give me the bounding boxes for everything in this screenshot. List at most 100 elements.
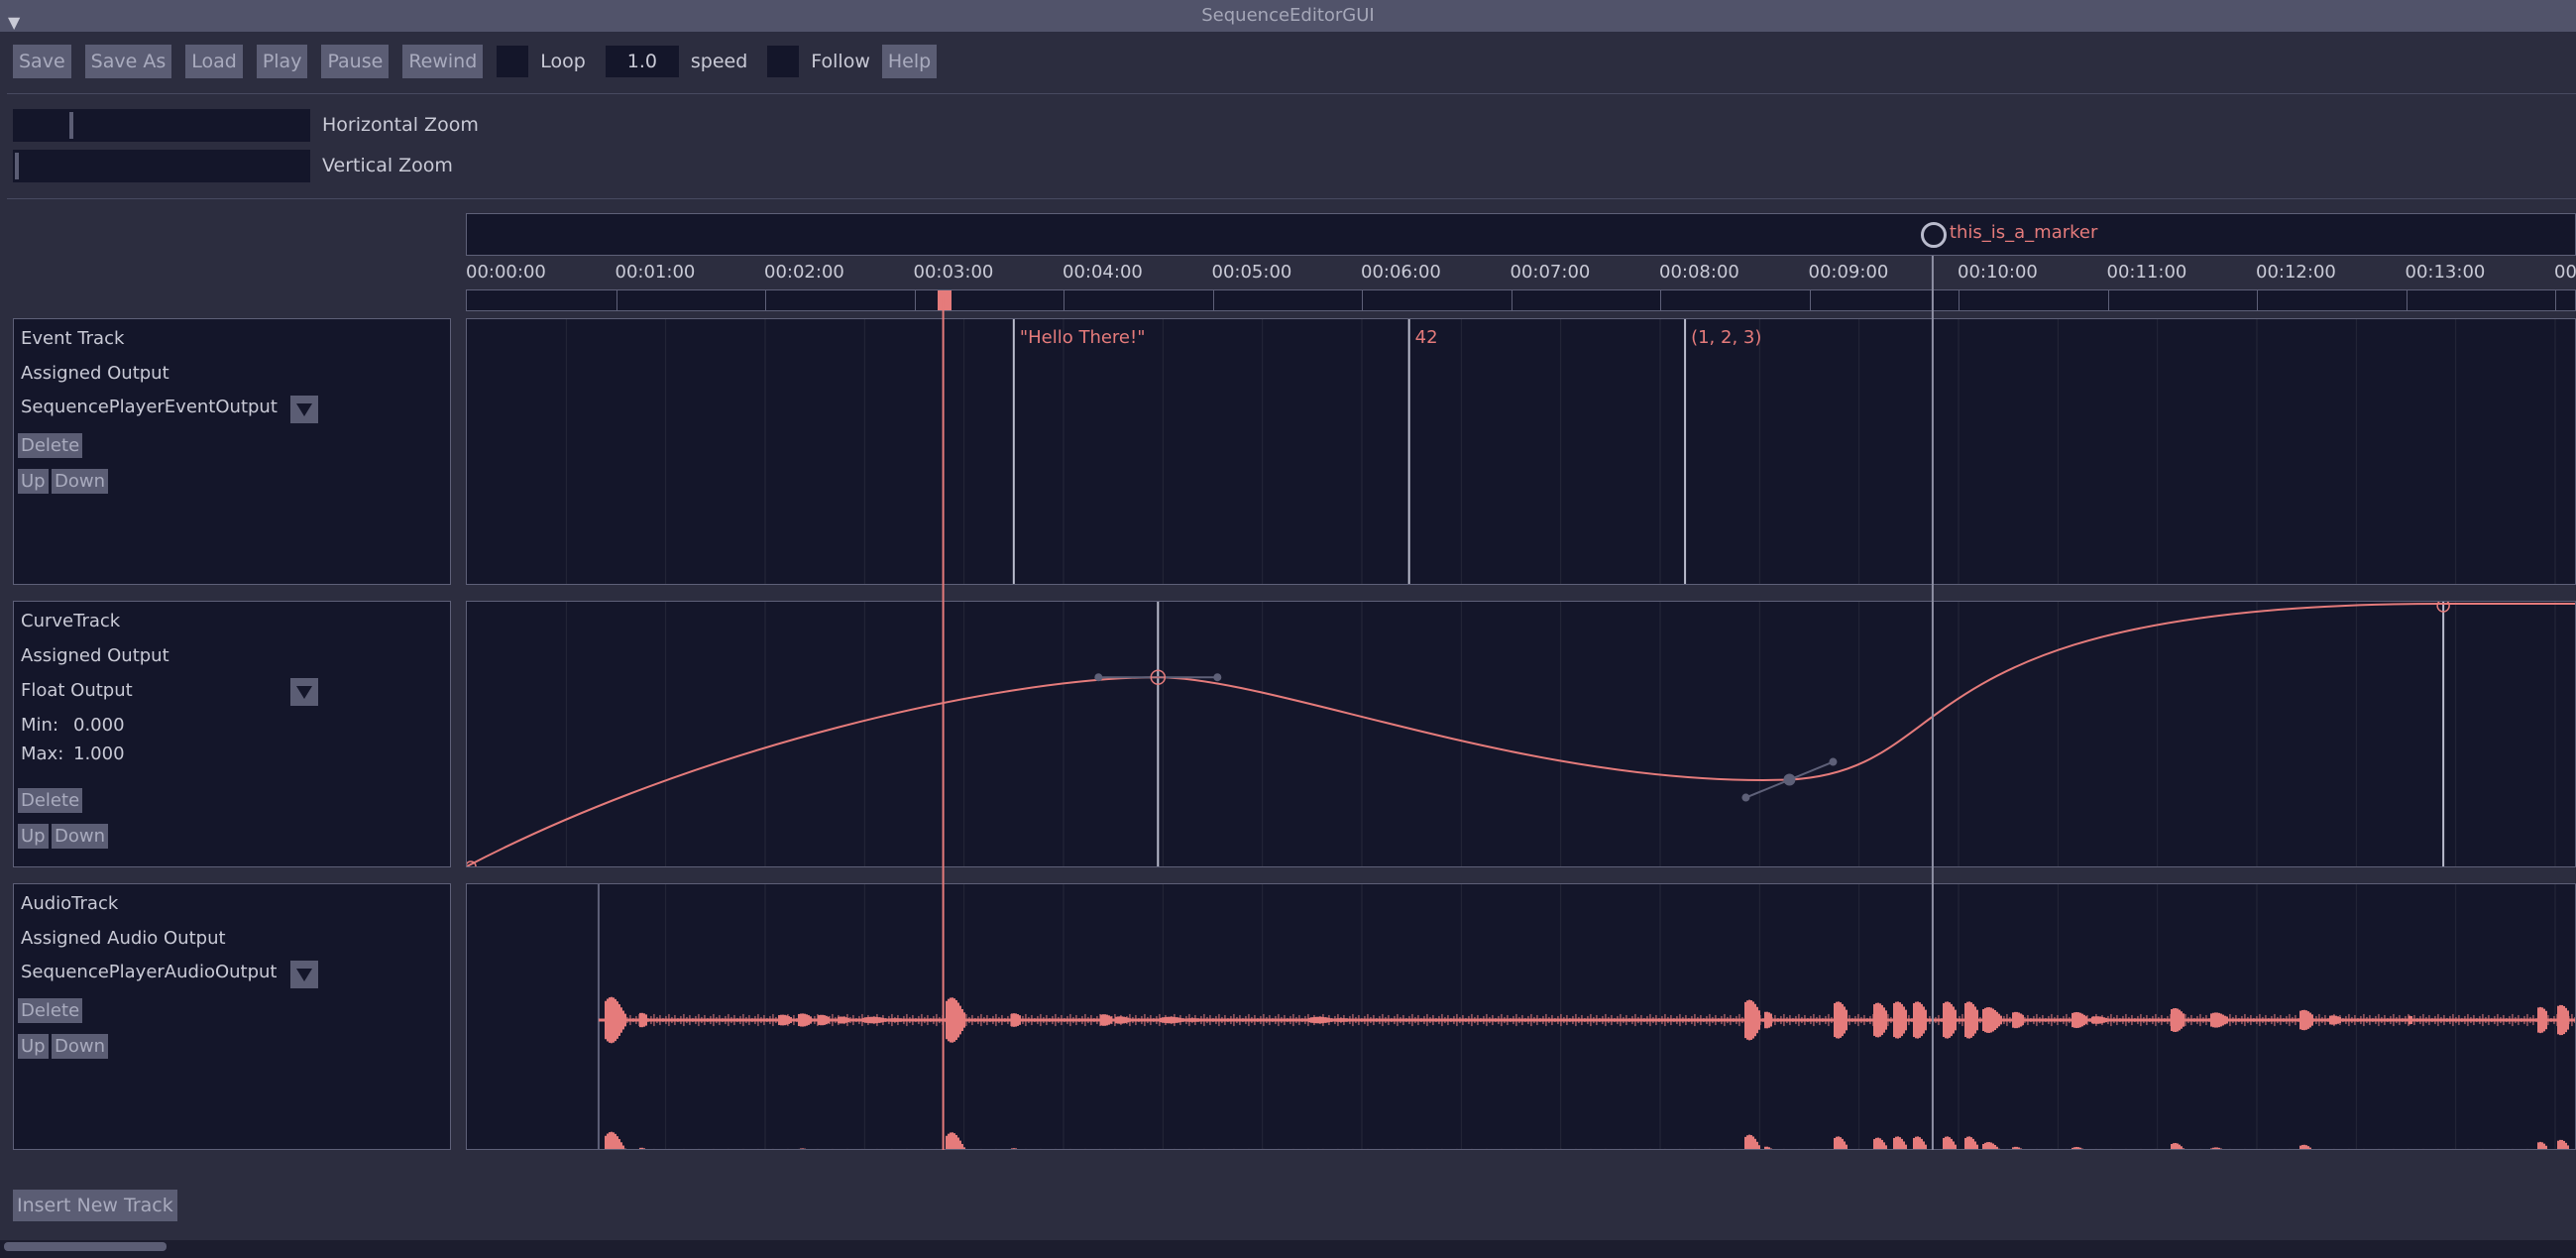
delete-track-button[interactable]: Delete [18, 998, 83, 1023]
delete-track-button[interactable]: Delete [18, 433, 83, 458]
horizontal-scrollbar-thumb[interactable] [4, 1242, 167, 1251]
assigned-output-label: Assigned Audio Output [21, 928, 226, 949]
vertical-zoom-grab[interactable] [15, 153, 19, 179]
output-select-value[interactable]: SequencePlayerEventOutput [21, 397, 278, 417]
marker-label[interactable]: this_is_a_marker [1950, 222, 2097, 243]
horizontal-zoom-slider[interactable] [13, 109, 310, 142]
max-value-input[interactable]: 1.000 [73, 743, 125, 764]
tangent-handle[interactable] [1829, 757, 1838, 766]
tangent-handle[interactable] [1741, 793, 1750, 802]
curve-track-view[interactable] [466, 601, 2576, 867]
tangent-handle[interactable] [1213, 673, 1222, 682]
audio-track-inspector: AudioTrack Assigned Audio Output Sequenc… [13, 883, 451, 1150]
loop-label: Loop [540, 51, 586, 72]
delete-track-button[interactable]: Delete [18, 788, 83, 813]
help-button[interactable]: Help [881, 45, 938, 78]
insert-new-track-button[interactable]: Insert New Track [13, 1190, 177, 1221]
timeline-label: 00:02:00 [764, 262, 844, 283]
timeline-label: 00:13:00 [2405, 262, 2486, 283]
collapse-arrow-icon[interactable]: ▼ [8, 7, 20, 39]
timeline-label: 00:06:00 [1361, 262, 1441, 283]
ruler-tick [1660, 290, 1661, 310]
follow-label: Follow [811, 51, 870, 72]
vertical-zoom-slider[interactable] [13, 150, 310, 182]
event-label[interactable]: 42 [1415, 327, 1438, 348]
divider [7, 198, 2576, 199]
follow-checkbox[interactable] [767, 46, 800, 77]
timeline-label: 00:00:00 [466, 262, 546, 283]
move-up-button[interactable]: Up [18, 469, 49, 494]
min-label: Min: [21, 715, 59, 736]
track-name: CurveTrack [21, 611, 121, 631]
ruler-tick [2107, 290, 2109, 310]
curve-track-canvas[interactable] [467, 602, 2576, 867]
timeline-labels: 00:00:00 00:01:00 00:02:00 00:03:00 00:04:00… [466, 262, 2576, 286]
max-label: Max: [21, 743, 64, 764]
output-dropdown-icon[interactable] [290, 961, 318, 988]
timeline-label: 00:01:00 [615, 262, 696, 283]
output-dropdown-icon[interactable] [290, 678, 318, 706]
timeline-label: 00:04:00 [1063, 262, 1143, 283]
divider [7, 93, 2576, 94]
output-dropdown-icon[interactable] [290, 396, 318, 423]
horizontal-zoom-label: Horizontal Zoom [322, 114, 479, 136]
event-track-canvas[interactable] [467, 319, 2576, 585]
audio-waveform-channel[interactable] [598, 996, 2576, 1044]
horizontal-zoom-grab[interactable] [69, 112, 74, 139]
output-select-value[interactable]: SequencePlayerAudioOutput [21, 962, 278, 982]
audio-waveform-channel[interactable] [599, 1131, 2576, 1150]
title-bar: ▼ SequenceEditorGUI [0, 0, 2576, 32]
move-down-button[interactable]: Down [52, 1034, 109, 1059]
playhead-handle[interactable] [937, 290, 952, 310]
ruler-tick [2555, 290, 2556, 310]
ruler-tick [1362, 290, 1363, 310]
play-button[interactable]: Play [256, 45, 308, 78]
ruler-tick [2406, 290, 2408, 310]
timeline-label: 00:07:00 [1510, 262, 1591, 283]
timeline-label: 00:09:00 [1808, 262, 1889, 283]
ruler-tick [1809, 290, 1811, 310]
timeline-label: 00:08:00 [1659, 262, 1739, 283]
timeline-ruler[interactable] [466, 289, 2576, 311]
timeline-label: 00:12:00 [2256, 262, 2336, 283]
move-down-button[interactable]: Down [52, 469, 109, 494]
toolbar: Save Save As Load Play Pause Rewind Loop… [13, 45, 951, 78]
curve-path[interactable] [467, 603, 2576, 866]
event-track-inspector: Event Track Assigned Output SequencePlay… [13, 318, 451, 585]
timeline-label: 00:11:00 [2106, 262, 2187, 283]
pause-button[interactable]: Pause [321, 45, 390, 78]
load-button[interactable]: Load [185, 45, 243, 78]
assigned-output-label: Assigned Output [21, 363, 169, 384]
event-label[interactable]: "Hello There!" [1020, 327, 1146, 348]
ruler-tick [765, 290, 766, 310]
event-track-view[interactable]: "Hello There!" 42 (1, 2, 3) [466, 318, 2576, 585]
speed-label: speed [690, 51, 748, 72]
curve-keyframe[interactable] [1783, 773, 1796, 786]
speed-input[interactable]: 1.0 [605, 46, 679, 77]
ruler-tick [914, 290, 916, 310]
audio-track-canvas[interactable] [467, 884, 2576, 1150]
rewind-button[interactable]: Rewind [402, 45, 484, 78]
track-name: AudioTrack [21, 893, 119, 914]
tangent-handle[interactable] [1094, 673, 1103, 682]
save-button[interactable]: Save [13, 45, 71, 78]
ruler-tick [1959, 290, 1960, 310]
output-select-value[interactable]: Float Output [21, 680, 133, 701]
move-down-button[interactable]: Down [52, 824, 109, 849]
audio-track-view[interactable] [466, 883, 2576, 1150]
ruler-tick [2257, 290, 2258, 310]
min-value-input[interactable]: 0.000 [73, 715, 125, 736]
move-up-button[interactable]: Up [18, 824, 49, 849]
loop-checkbox[interactable] [497, 46, 529, 77]
save-as-button[interactable]: Save As [84, 45, 172, 78]
curve-track-inspector: CurveTrack Assigned Output Float Output … [13, 601, 451, 867]
move-up-button[interactable]: Up [18, 1034, 49, 1059]
marker-handle-icon[interactable] [1920, 222, 1947, 248]
marker-strip[interactable]: this_is_a_marker [466, 213, 2576, 256]
horizontal-scrollbar[interactable] [0, 1240, 2576, 1258]
vertical-zoom-label: Vertical Zoom [322, 155, 453, 176]
ruler-tick [616, 290, 617, 310]
event-label[interactable]: (1, 2, 3) [1691, 327, 1761, 348]
timeline-label: 00:05:00 [1211, 262, 1292, 283]
window-title: SequenceEditorGUI [1201, 5, 1375, 26]
